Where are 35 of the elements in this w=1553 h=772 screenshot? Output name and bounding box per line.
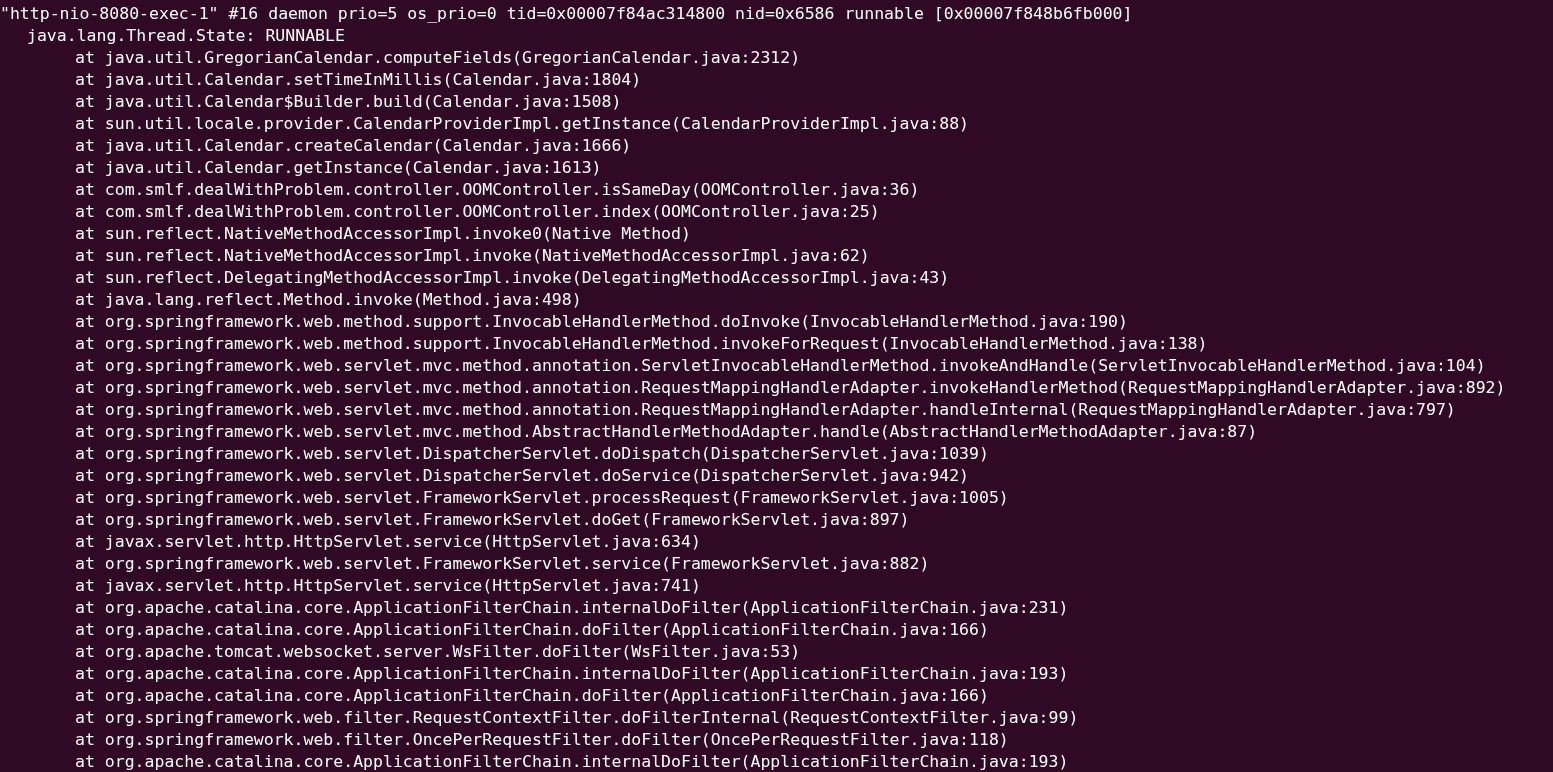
stack-frame-line: at java.util.Calendar.createCalendar(Calendar.java:1666) [75,136,632,155]
stack-frame-line: at sun.reflect.NativeMethodAccessorImpl.invoke(NativeMethodAccessorImpl.java:62) [75,246,870,265]
stack-frame-line: at org.apache.catalina.core.ApplicationFilterChain.internalDoFilter(ApplicationFilterChain.java:193) [75,752,1069,771]
stack-frame-line: at org.springframework.web.servlet.DispatcherServlet.doDispatch(DispatcherServlet.java:1039) [75,444,989,463]
thread-state-line: java.lang.Thread.State: RUNNABLE [27,26,345,45]
stack-frame-line: at com.smlf.dealWithProblem.controller.OOMController.index(OOMController.java:25) [75,202,880,221]
stack-frame-line: at org.springframework.web.filter.OncePerRequestFilter.doFilter(OncePerRequestFilter.java:118) [75,730,1009,749]
stack-frame-line: at sun.reflect.NativeMethodAccessorImpl.invoke0(Native Method) [75,224,691,243]
stack-frame-line: at org.springframework.web.method.support.InvocableHandlerMethod.doInvoke(InvocableHandlerMethod.java:190) [75,312,1128,331]
stack-frame-line: at java.util.Calendar.getInstance(Calendar.java:1613) [75,158,602,177]
stack-frame-line: at org.springframework.web.method.support.InvocableHandlerMethod.invokeForRequest(InvocableHandlerMethod.java:138) [75,334,1208,353]
stack-frame-line: at org.springframework.web.servlet.mvc.method.annotation.RequestMappingHandlerAdapter.handleInternal(RequestMappingHandlerAdapter.java:797) [75,400,1456,419]
stack-frame-line: at sun.reflect.DelegatingMethodAccessorImpl.invoke(DelegatingMethodAccessorImpl.java:43) [75,268,950,287]
stack-frame-line: at org.apache.catalina.core.ApplicationFilterChain.doFilter(ApplicationFilterChain.java:166) [75,620,989,639]
stack-frame-line: at org.springframework.web.servlet.mvc.method.AbstractHandlerMethodAdapter.handle(AbstractHandlerMethodAdapter.java:87) [75,422,1258,441]
stack-frame-line: at javax.servlet.http.HttpServlet.service(HttpServlet.java:634) [75,532,701,551]
stack-frame-line: at java.util.Calendar.setTimeInMillis(Calendar.java:1804) [75,70,642,89]
stack-frame-line: at org.springframework.web.servlet.FrameworkServlet.processRequest(FrameworkServlet.java:1005) [75,488,1009,507]
stack-frame-line: at org.springframework.web.filter.RequestContextFilter.doFilterInternal(RequestContextFilter.java:99) [75,708,1079,727]
stack-frame-line: at sun.util.locale.provider.CalendarProviderImpl.getInstance(CalendarProviderImpl.java:88) [75,114,970,133]
stack-frame-line: at org.springframework.web.servlet.DispatcherServlet.doService(DispatcherServlet.java:942) [75,466,970,485]
stack-frame-line: at org.apache.catalina.core.ApplicationFilterChain.internalDoFilter(ApplicationFilterChain.java:231) [75,598,1069,617]
stack-frame-line: at org.springframework.web.servlet.mvc.method.annotation.ServletInvocableHandlerMethod.invokeAndHandle(ServletInvocableHandlerMethod.java:104) [75,356,1486,375]
stack-frame-line: at javax.servlet.http.HttpServlet.service(HttpServlet.java:741) [75,576,701,595]
stack-frame-line: at com.smlf.dealWithProblem.controller.OOMController.isSameDay(OOMController.java:36) [75,180,920,199]
stack-frame-line: at org.springframework.web.servlet.mvc.method.annotation.RequestMappingHandlerAdapter.invokeHandlerMethod(RequestMappingHandlerAdapter.java:892) [75,378,1506,397]
stack-frame-line: at org.apache.catalina.core.ApplicationFilterChain.internalDoFilter(ApplicationFilterChain.java:193) [75,664,1069,683]
stack-frame-line: at java.util.Calendar$Builder.build(Calendar.java:1508) [75,92,622,111]
stack-frame-line: at org.apache.tomcat.websocket.server.WsFilter.doFilter(WsFilter.java:53) [75,642,801,661]
stack-frame-line: at org.springframework.web.servlet.FrameworkServlet.service(FrameworkServlet.java:882) [75,554,930,573]
stack-frame-line: at java.lang.reflect.Method.invoke(Method.java:498) [75,290,582,309]
stack-frame-line: at org.apache.catalina.core.ApplicationFilterChain.doFilter(ApplicationFilterChain.java:166) [75,686,989,705]
stack-frame-line: at java.util.GregorianCalendar.computeFields(GregorianCalendar.java:2312) [75,48,801,67]
thread-header-line: "http-nio-8080-exec-1" #16 daemon prio=5 os_prio=0 tid=0x00007f84ac314800 nid=0x6586 runnable [0x00007f848b6fb000] [0,4,1133,23]
stack-frame-line: at org.springframework.web.servlet.FrameworkServlet.doGet(FrameworkServlet.java:897) [75,510,910,529]
